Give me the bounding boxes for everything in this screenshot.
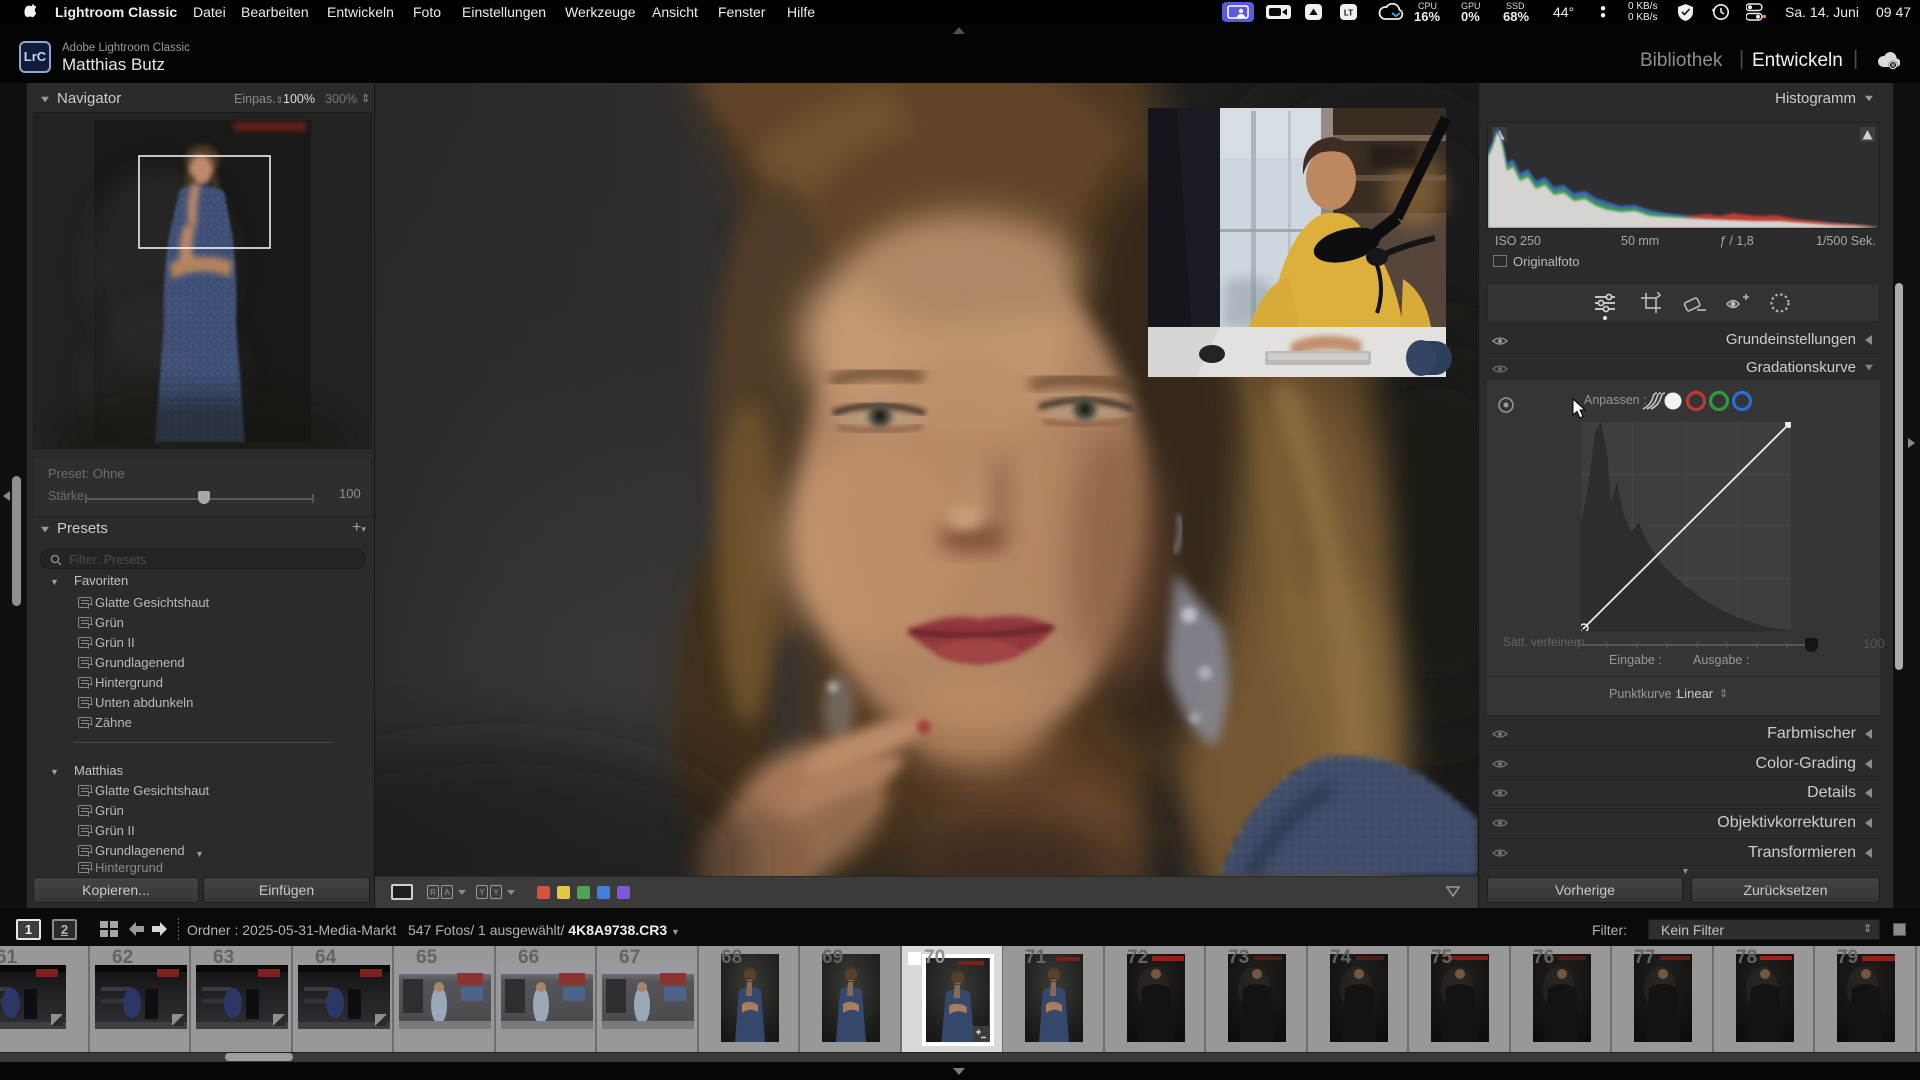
svg-text:LT: LT [1344,9,1353,18]
